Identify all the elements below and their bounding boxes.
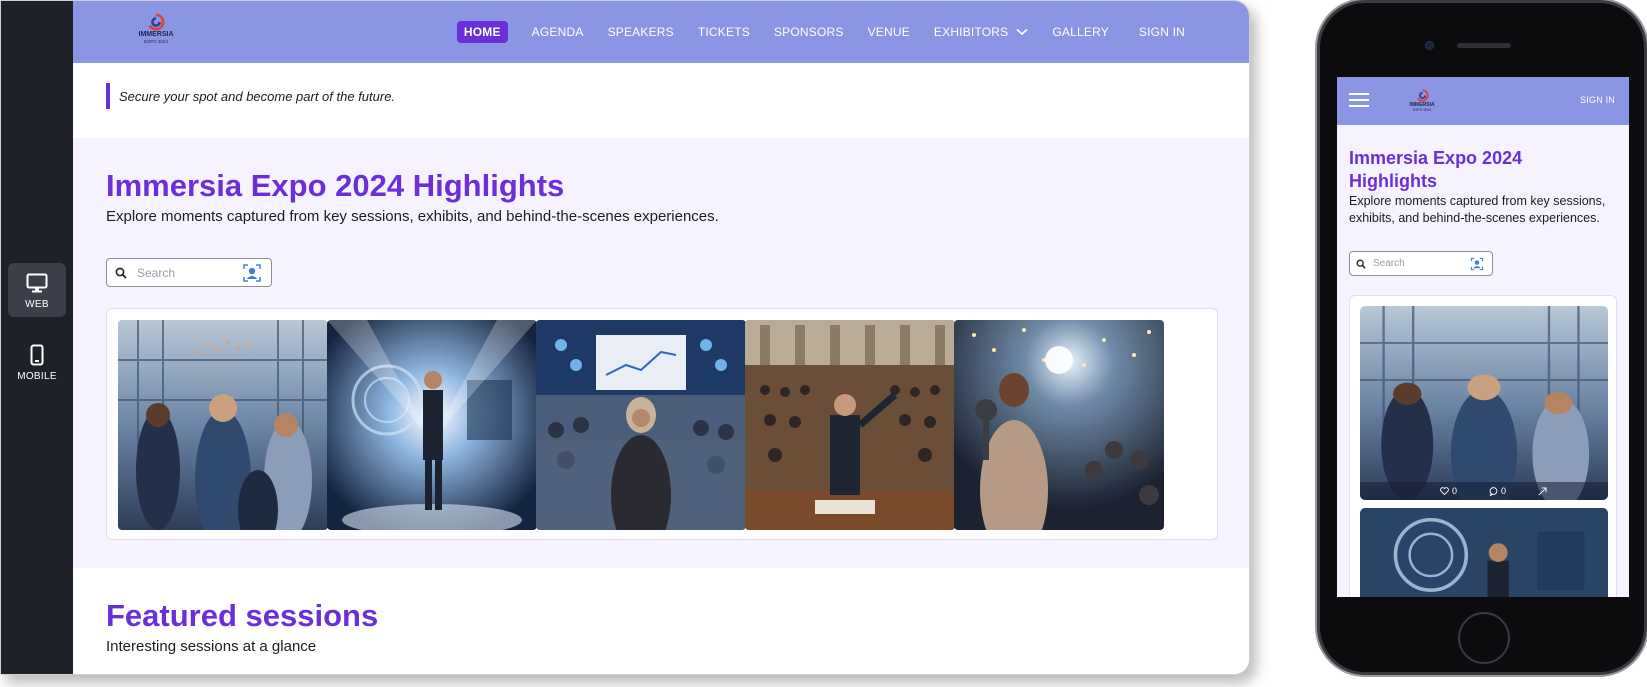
immersia-logo[interactable]: IMMERSIA EXPO 2024 xyxy=(135,13,177,49)
gallery-photo[interactable] xyxy=(536,320,746,530)
nav-venue[interactable]: VENUE xyxy=(868,25,910,39)
face-search-icon[interactable] xyxy=(242,263,262,283)
featured-sessions-subtitle: Interesting sessions at a glance xyxy=(106,638,317,655)
nav-gallery[interactable]: GALLERY xyxy=(1052,25,1109,39)
photo-gallery xyxy=(106,308,1218,540)
highlights-subtitle: Explore moments captured from key sessio… xyxy=(106,208,719,225)
home-button xyxy=(1458,612,1510,664)
nav-speakers[interactable]: SPEAKERS xyxy=(608,25,674,39)
chevron-down-icon xyxy=(1016,28,1028,36)
nav-exhibitors[interactable]: EXHIBITORS xyxy=(934,25,1028,39)
logo-subtitle: EXPO 2024 xyxy=(1412,108,1432,112)
gallery-photo[interactable] xyxy=(745,320,955,530)
gallery-search[interactable]: Search xyxy=(106,258,272,287)
search-icon xyxy=(1356,259,1366,269)
comment-icon xyxy=(1489,486,1498,496)
nav-agenda[interactable]: AGENDA xyxy=(532,25,584,39)
nav-exhibitors-label: EXHIBITORS xyxy=(933,25,1009,39)
nav-home[interactable]: HOME xyxy=(456,21,508,43)
logo-mark-icon xyxy=(148,13,165,31)
device-switcher: WEB MOBILE xyxy=(1,1,73,674)
nav-tickets[interactable]: TICKETS xyxy=(698,25,750,39)
mobile-highlights-title: Immersia Expo 2024 Highlights xyxy=(1349,148,1523,191)
gallery-photo[interactable]: 0 0 xyxy=(1360,306,1608,500)
face-search-icon[interactable] xyxy=(1470,257,1484,271)
photo-actions-bar: 0 0 xyxy=(1360,482,1608,500)
gallery-photo[interactable] xyxy=(118,320,328,530)
comment-count: 0 xyxy=(1501,486,1507,496)
like-button[interactable]: 0 xyxy=(1440,486,1473,496)
mobile-view-label: MOBILE xyxy=(17,370,57,382)
nav-sign-in[interactable]: SIGN IN xyxy=(1139,25,1185,39)
logo-mark-icon xyxy=(1416,89,1429,102)
mobile-top-navigation: IMMERSIA EXPO 2024 SIGN IN xyxy=(1337,77,1629,125)
logo-subtitle: EXPO 2024 xyxy=(144,39,168,44)
gallery-photo[interactable] xyxy=(1360,508,1608,597)
front-camera xyxy=(1425,41,1434,50)
web-view-button[interactable]: WEB xyxy=(8,263,66,317)
highlights-title: Immersia Expo 2024 Highlights xyxy=(106,168,565,203)
highlights-section: Immersia Expo 2024 Highlights Explore mo… xyxy=(73,138,1249,568)
stage: WEB MOBILE IMMERSIA EXPO 2024 HOME AGEND… xyxy=(0,0,1647,687)
mobile-view-button[interactable]: MOBILE xyxy=(8,335,66,389)
gallery-photo[interactable] xyxy=(954,320,1164,530)
earpiece-speaker xyxy=(1457,43,1511,48)
top-navigation: IMMERSIA EXPO 2024 HOME AGENDA SPEAKERS … xyxy=(73,1,1249,63)
like-count: 0 xyxy=(1452,486,1458,496)
main-menu: HOME AGENDA SPEAKERS TICKETS SPONSORS VE… xyxy=(456,1,1249,63)
mobile-sign-in[interactable]: SIGN IN xyxy=(1580,95,1615,105)
search-input[interactable]: Search xyxy=(137,266,242,280)
desktop-preview: WEB MOBILE IMMERSIA EXPO 2024 HOME AGEND… xyxy=(0,0,1250,675)
website-mobile: IMMERSIA EXPO 2024 SIGN IN Immersia Expo… xyxy=(1337,77,1629,597)
hamburger-menu-icon[interactable] xyxy=(1349,92,1369,108)
gallery-photo[interactable] xyxy=(327,320,537,530)
mobile-highlights-subtitle: Explore moments captured from key sessio… xyxy=(1349,194,1606,225)
share-button[interactable] xyxy=(1538,486,1550,496)
tagline-text: Secure your spot and become part of the … xyxy=(106,83,395,109)
website-desktop: IMMERSIA EXPO 2024 HOME AGENDA SPEAKERS … xyxy=(73,1,1249,674)
nav-sponsors[interactable]: SPONSORS xyxy=(774,25,844,39)
mobile-search-input[interactable]: Search xyxy=(1373,258,1470,269)
web-view-label: WEB xyxy=(25,298,49,310)
smartphone-icon xyxy=(24,343,50,367)
mobile-immersia-logo[interactable]: IMMERSIA EXPO 2024 xyxy=(1407,89,1437,115)
featured-sessions-title: Featured sessions xyxy=(106,598,379,633)
heart-icon xyxy=(1440,487,1449,495)
mobile-gallery-search[interactable]: Search xyxy=(1349,251,1493,276)
monitor-icon xyxy=(24,271,50,295)
search-icon xyxy=(115,267,127,279)
comment-button[interactable]: 0 xyxy=(1489,486,1522,496)
logo-wordmark: IMMERSIA xyxy=(138,31,174,38)
tagline-bar: Secure your spot and become part of the … xyxy=(73,63,1249,138)
share-icon xyxy=(1538,486,1547,495)
mobile-photo-gallery: 0 0 xyxy=(1349,295,1617,597)
mobile-preview: IMMERSIA EXPO 2024 SIGN IN Immersia Expo… xyxy=(1317,0,1647,675)
